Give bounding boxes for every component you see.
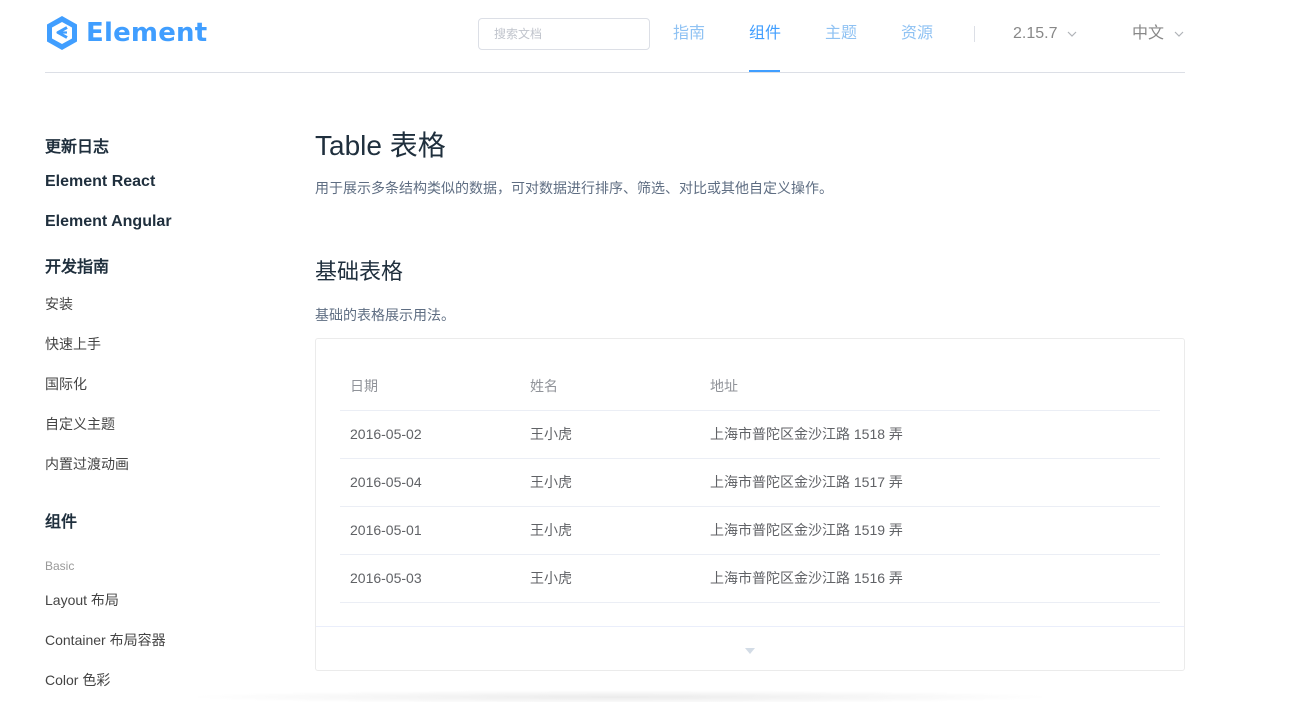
page-description: 用于展示多条结构类似的数据，可对数据进行排序、筛选、对比或其他自定义操作。 <box>315 180 833 196</box>
sidebar-item-quickstart[interactable]: 快速上手 <box>45 334 101 354</box>
sidebar-item-element-angular[interactable]: Element Angular <box>45 213 172 231</box>
sidebar-item-color[interactable]: Color 色彩 <box>45 670 110 690</box>
element-logo-icon <box>47 16 77 50</box>
table-row[interactable]: 2016-05-03 王小虎 上海市普陀区金沙江路 1516 弄 <box>340 555 1160 603</box>
sidebar-item-layout[interactable]: Layout 布局 <box>45 590 119 610</box>
sidebar-heading-components: 组件 <box>45 514 78 531</box>
sidebar-item-transition[interactable]: 内置过渡动画 <box>45 454 129 474</box>
sidebar-heading-dev-guide: 开发指南 <box>45 259 110 276</box>
table-cell-date: 2016-05-04 <box>350 474 422 490</box>
expand-code-control[interactable] <box>316 626 1184 670</box>
table-cell-name: 王小虎 <box>530 570 572 586</box>
table-cell-address: 上海市普陀区金沙江路 1517 弄 <box>710 474 903 490</box>
data-table: 日期 姓名 地址 2016-05-02 王小虎 上海市普陀区金沙江路 1518 … <box>340 363 1160 603</box>
header-divider <box>45 72 1185 73</box>
table-cell-name: 王小虎 <box>530 474 572 490</box>
section-description: 基础的表格展示用法。 <box>315 307 455 323</box>
table-cell-date: 2016-05-03 <box>350 570 422 586</box>
table-cell-name: 王小虎 <box>530 522 572 538</box>
version-dropdown[interactable]: 2.15.7 <box>1013 22 1077 46</box>
table-cell-address: 上海市普陀区金沙江路 1516 弄 <box>710 570 903 586</box>
page-title: Table 表格 <box>315 130 446 161</box>
nav-resources[interactable]: 资源 <box>901 22 933 46</box>
table-header-row: 日期 姓名 地址 <box>340 363 1160 411</box>
table-cell-date: 2016-05-01 <box>350 522 422 538</box>
column-header-date: 日期 <box>350 378 378 394</box>
version-label: 2.15.7 <box>1013 25 1058 42</box>
sidebar-item-container[interactable]: Container 布局容器 <box>45 630 166 650</box>
column-header-address: 地址 <box>710 378 738 394</box>
nav-guide[interactable]: 指南 <box>673 22 705 46</box>
logo-text: Element <box>86 18 208 48</box>
demo-block: 日期 姓名 地址 2016-05-02 王小虎 上海市普陀区金沙江路 1518 … <box>315 338 1185 671</box>
table-row[interactable]: 2016-05-04 王小虎 上海市普陀区金沙江路 1517 弄 <box>340 459 1160 507</box>
table-cell-address: 上海市普陀区金沙江路 1519 弄 <box>710 522 903 538</box>
logo[interactable]: Element <box>44 13 207 53</box>
table-cell-name: 王小虎 <box>530 426 572 442</box>
caret-down-icon <box>745 647 755 654</box>
chevron-down-icon <box>1068 31 1077 37</box>
sidebar-group-basic: Basic <box>45 559 75 573</box>
sidebar-item-install[interactable]: 安装 <box>45 294 73 314</box>
scroll-shadow <box>180 690 1060 702</box>
language-dropdown[interactable]: 中文 <box>1132 22 1184 46</box>
chevron-down-icon <box>1174 31 1184 37</box>
nav-theme[interactable]: 主题 <box>825 22 857 46</box>
table-cell-address: 上海市普陀区金沙江路 1518 弄 <box>710 426 903 442</box>
sidebar-item-custom-theme[interactable]: 自定义主题 <box>45 414 115 434</box>
search-input[interactable] <box>478 18 650 50</box>
nav-divider <box>974 26 975 42</box>
sidebar-item-i18n[interactable]: 国际化 <box>45 374 87 394</box>
nav-components[interactable]: 组件 <box>749 22 781 46</box>
header: Element 指南 组件 主题 资源 2.15.7 中文 <box>0 0 1292 73</box>
column-header-name: 姓名 <box>530 378 558 394</box>
table-cell-date: 2016-05-02 <box>350 426 422 442</box>
sidebar-item-changelog[interactable]: 更新日志 <box>45 133 109 157</box>
table-row[interactable]: 2016-05-01 王小虎 上海市普陀区金沙江路 1519 弄 <box>340 507 1160 555</box>
sidebar-item-element-react[interactable]: Element React <box>45 173 155 191</box>
table-row[interactable]: 2016-05-02 王小虎 上海市普陀区金沙江路 1518 弄 <box>340 411 1160 459</box>
section-title: 基础表格 <box>315 259 404 284</box>
language-label: 中文 <box>1132 25 1165 42</box>
